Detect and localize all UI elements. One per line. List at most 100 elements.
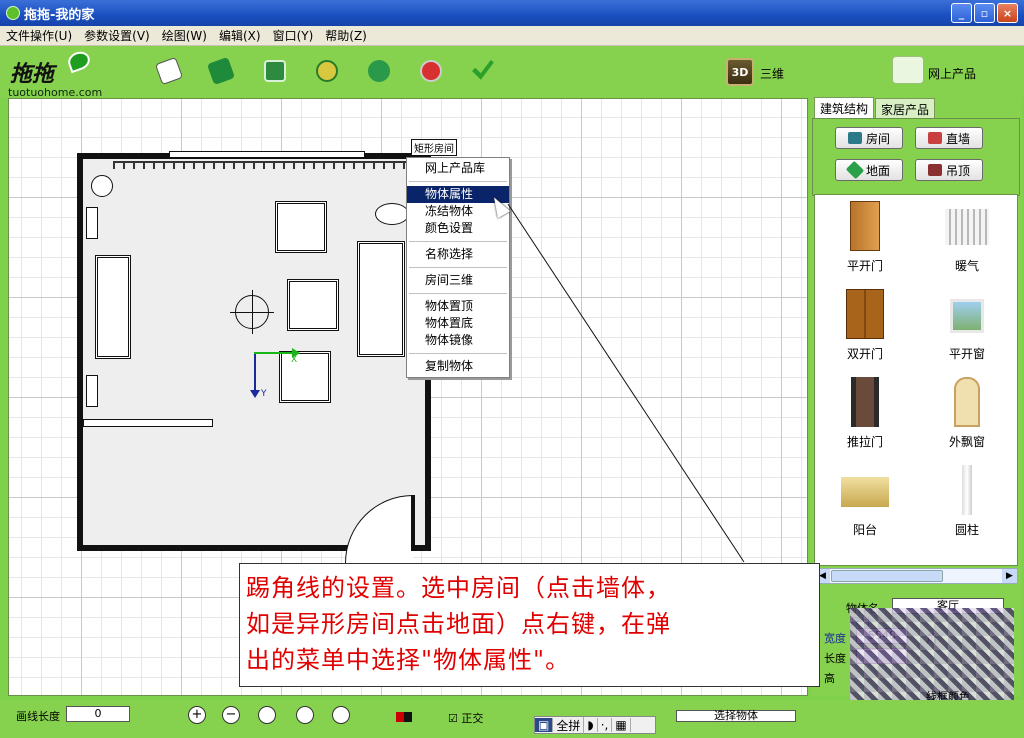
minimize-button[interactable]: _ xyxy=(951,3,972,23)
ctx-separator xyxy=(409,267,507,268)
catalog-item[interactable]: 推拉门 xyxy=(817,377,913,450)
menu-file[interactable]: 文件操作(U) xyxy=(0,27,78,44)
tutorial-caption: 踢角线的设置。选中房间（点击墙体， 如是异形房间点击地面）点右键，在弹 出的菜单… xyxy=(239,563,820,687)
tab-home-products[interactable]: 家居产品 xyxy=(875,98,936,120)
pixelated-area xyxy=(850,608,1014,700)
undo-check-button[interactable] xyxy=(470,58,496,84)
restore-button[interactable]: ▫ xyxy=(974,3,995,23)
open-book-button[interactable] xyxy=(206,56,236,86)
window-top[interactable] xyxy=(169,151,365,158)
three-d-label: 三维 xyxy=(760,67,785,81)
clock-button[interactable] xyxy=(314,58,340,84)
plant[interactable] xyxy=(375,203,409,225)
ctx-mirror-object[interactable]: 物体镜像 xyxy=(407,332,509,349)
ctx-room-3d[interactable]: 房间三维 xyxy=(407,272,509,289)
catalog-item[interactable]: 阳台 xyxy=(817,465,913,538)
scroll-thumb[interactable] xyxy=(831,570,943,582)
side-cabinet[interactable] xyxy=(86,207,98,239)
title-bar: 拖拖-我的家 _ ▫ × xyxy=(0,0,1024,26)
sofa[interactable] xyxy=(357,241,405,357)
refresh-button[interactable] xyxy=(366,58,392,84)
ime-moon-icon[interactable]: ◗ xyxy=(584,718,598,732)
logo: 拖拖 tuotuohome.com xyxy=(8,48,108,99)
stop-button[interactable] xyxy=(418,58,444,84)
room-icon xyxy=(847,132,862,144)
category-floor-button[interactable]: 地面 xyxy=(835,159,903,181)
ime-toolbar: ▣ 全拼 ◗ ·, ▦ xyxy=(534,716,656,734)
ctx-send-to-bottom[interactable]: 物体置底 xyxy=(407,315,509,332)
three-d-button[interactable]: 3D xyxy=(726,58,754,86)
ctx-separator xyxy=(409,181,507,182)
catalog-item[interactable]: 平开门 xyxy=(817,201,913,274)
lamp[interactable] xyxy=(91,175,113,197)
armchair-1[interactable] xyxy=(275,201,327,253)
menu-window[interactable]: 窗口(Y) xyxy=(267,27,320,44)
tab-building-structure[interactable]: 建筑结构 xyxy=(814,97,875,119)
category-ceiling-button[interactable]: 吊顶 xyxy=(915,159,983,181)
ime-punct-icon[interactable]: ·, xyxy=(598,718,613,732)
caption-line: 踢角线的设置。选中房间（点击墙体， xyxy=(246,574,671,602)
ime-fullpinyin[interactable]: 全拼 xyxy=(553,716,585,734)
online-products-label[interactable]: 网上产品 xyxy=(928,65,976,82)
zoom-in-icon[interactable]: + xyxy=(188,706,206,724)
ctx-online-library[interactable]: 网上产品库 xyxy=(407,160,509,177)
catalog-item[interactable]: 双开门 xyxy=(817,289,913,362)
scroll-right-icon[interactable]: ▶ xyxy=(1002,569,1017,583)
ctx-name-select[interactable]: 名称选择 xyxy=(407,246,509,263)
menu-params[interactable]: 参数设置(V) xyxy=(78,27,156,44)
curtain[interactable] xyxy=(113,161,413,169)
color-swatch[interactable] xyxy=(396,712,412,722)
save-icon xyxy=(264,60,286,82)
category-group: 房间 直墙 地面 吊顶 xyxy=(812,118,1020,196)
save-button[interactable] xyxy=(262,58,288,84)
casement-window-icon xyxy=(950,299,984,333)
catalog-scrollbar[interactable]: ◀ ▶ xyxy=(814,568,1018,584)
shelf[interactable] xyxy=(83,419,213,427)
balcony-icon xyxy=(841,477,889,507)
menu-draw[interactable]: 绘图(W) xyxy=(156,27,213,44)
category-wall-label: 直墙 xyxy=(945,131,970,146)
zoom-fit-icon[interactable] xyxy=(258,706,276,724)
ctx-bring-to-top[interactable]: 物体置顶 xyxy=(407,298,509,315)
category-room-button[interactable]: 房间 xyxy=(835,127,903,149)
ortho-checkbox[interactable]: ☑ 正交 xyxy=(448,710,483,726)
armchair-3[interactable] xyxy=(279,351,331,403)
online-products-icon[interactable] xyxy=(892,56,924,84)
category-floor-label: 地面 xyxy=(865,163,890,178)
menu-help[interactable]: 帮助(Z) xyxy=(319,27,373,44)
status-bar: 画线长度 0 ☑ 正交 选择物体 xyxy=(0,700,1024,738)
ctx-separator xyxy=(409,353,507,354)
zoom-out-icon[interactable]: − xyxy=(222,706,240,724)
armchair-2[interactable] xyxy=(287,279,339,331)
menu-edit[interactable]: 编辑(X) xyxy=(213,27,267,44)
line-length-label: 画线长度 xyxy=(16,710,60,723)
context-menu: 网上产品库 物体属性 冻结物体 颜色设置 名称选择 房间三维 物体置顶 物体置底… xyxy=(406,157,510,378)
ctx-color-settings[interactable]: 颜色设置 xyxy=(407,220,509,237)
ime-keyboard-icon[interactable]: ▦ xyxy=(612,718,631,732)
category-ceiling-label: 吊顶 xyxy=(945,163,970,178)
catalog-item[interactable]: 圆柱 xyxy=(919,465,1015,538)
catalog-item[interactable]: 暖气 xyxy=(919,201,1015,274)
select-mode-field[interactable]: 选择物体 xyxy=(676,710,796,722)
column-icon xyxy=(962,465,972,515)
ceiling-light-icon[interactable] xyxy=(230,290,274,334)
zoom-info-icon[interactable] xyxy=(332,706,350,724)
new-doc-button[interactable] xyxy=(154,56,184,86)
ime-mode-icon[interactable]: ▣ xyxy=(535,718,554,732)
side-cabinet-2[interactable] xyxy=(86,375,98,407)
category-wall-button[interactable]: 直墙 xyxy=(915,127,983,149)
ctx-copy-object[interactable]: 复制物体 xyxy=(407,358,509,375)
close-button[interactable]: × xyxy=(997,3,1018,23)
catalog-item[interactable]: 外飘窗 xyxy=(919,377,1015,450)
properties-panel: 物体名 客厅 尺寸 宽度 5548 角 长度 高 线框颜色 xyxy=(814,594,1018,703)
zoom-prev-icon[interactable] xyxy=(296,706,314,724)
ctx-separator xyxy=(409,241,507,242)
catalog-item-label: 圆柱 xyxy=(954,523,979,537)
door-leaf[interactable] xyxy=(411,495,415,551)
line-length-field[interactable]: 0 xyxy=(66,706,130,722)
leaf-icon xyxy=(65,48,93,74)
catalog-item[interactable]: 平开窗 xyxy=(919,289,1015,362)
clock-icon xyxy=(316,60,338,82)
height-label: 高 xyxy=(824,672,835,685)
tv-cabinet[interactable] xyxy=(95,255,131,359)
